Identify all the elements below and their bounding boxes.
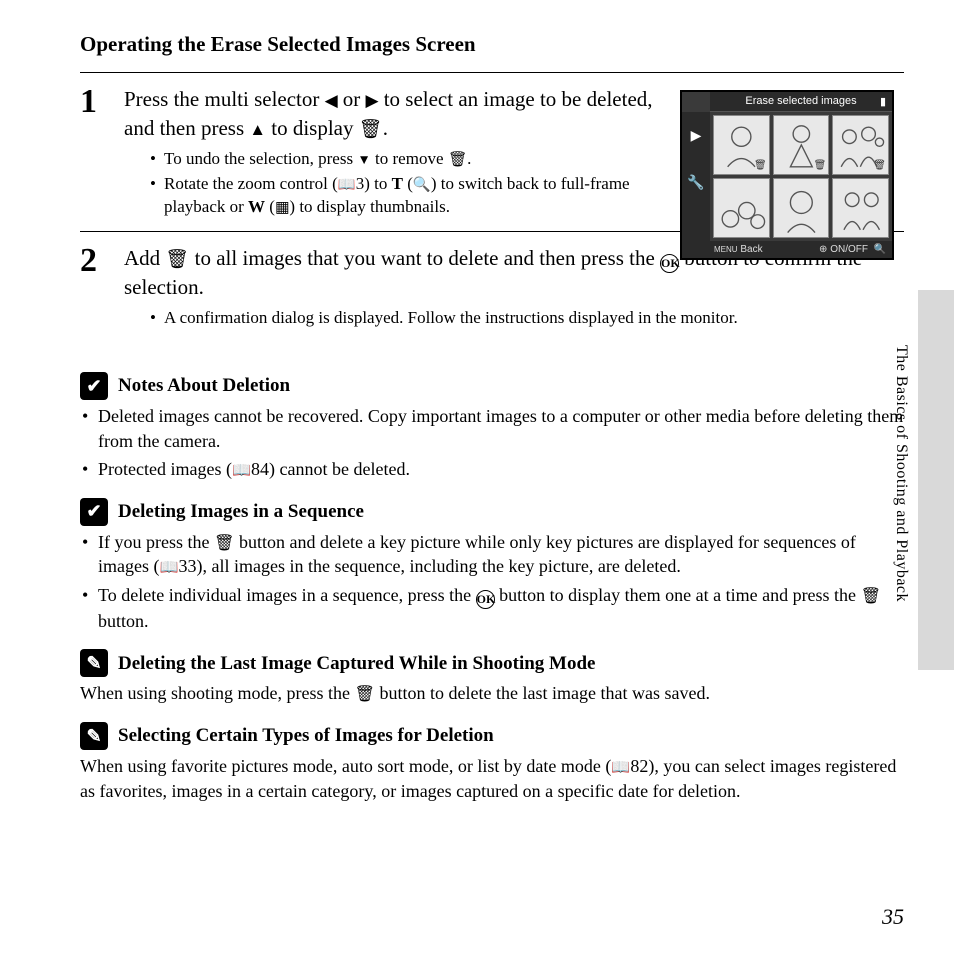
page-ref-icon bbox=[159, 556, 178, 576]
section-title: Notes About Deletion bbox=[118, 373, 290, 399]
list-item: Protected images (84) cannot be deleted. bbox=[80, 457, 904, 482]
body-text: When using favorite pictures mode, auto … bbox=[80, 754, 904, 803]
trash-mark-icon: 🗑 bbox=[814, 159, 827, 173]
thumbnail: 🗑 bbox=[832, 115, 889, 175]
lcd-thumbnail-grid: 🗑 🗑 🗑 bbox=[710, 112, 892, 241]
menu-icon: MENU bbox=[714, 245, 738, 254]
trash-mark-icon: 🗑 bbox=[873, 159, 886, 173]
step-number: 2 bbox=[80, 244, 124, 278]
thumbnail: 🗑 bbox=[713, 115, 770, 175]
caution-check-icon: ✔ bbox=[80, 498, 108, 526]
grid-icon bbox=[275, 197, 289, 216]
note-pencil-icon: ✎ bbox=[80, 649, 108, 677]
lcd-title-bar: Erase selected images ▮ bbox=[710, 92, 892, 112]
ok-button-icon: OK bbox=[660, 254, 679, 273]
note-pencil-icon: ✎ bbox=[80, 722, 108, 750]
thumbnail bbox=[713, 178, 770, 238]
trash-icon bbox=[359, 116, 383, 140]
step-text: Press the multi selector ◀ or ▶ to selec… bbox=[124, 85, 674, 142]
trash-icon bbox=[448, 149, 467, 168]
section-last-image: ✎ Deleting the Last Image Captured While… bbox=[80, 649, 904, 677]
section-title: Deleting Images in a Sequence bbox=[118, 499, 364, 525]
section-sequence: ✔ Deleting Images in a Sequence bbox=[80, 498, 904, 526]
up-arrow-icon: ▲ bbox=[249, 119, 266, 142]
trash-icon bbox=[165, 246, 189, 270]
body-text: When using shooting mode, press the butt… bbox=[80, 681, 904, 706]
right-arrow-icon: ▶ bbox=[366, 90, 379, 113]
lcd-sidebar: ▶ 🔧 bbox=[682, 112, 710, 241]
page-number: 35 bbox=[882, 902, 904, 932]
lcd-onoff-label: ON/OFF bbox=[830, 244, 868, 255]
page-title: Operating the Erase Selected Images Scre… bbox=[80, 30, 904, 58]
ok-button-icon: OK bbox=[476, 590, 495, 609]
lcd-title: Erase selected images bbox=[745, 95, 856, 107]
page-ref-icon bbox=[611, 756, 630, 776]
list-item: To undo the selection, press ▼ to remove… bbox=[150, 148, 674, 171]
thumbnail: 🗑 bbox=[773, 115, 830, 175]
step-number: 1 bbox=[80, 85, 124, 119]
section-types: ✎ Selecting Certain Types of Images for … bbox=[80, 722, 904, 750]
list-item: To delete individual images in a sequenc… bbox=[80, 583, 904, 633]
left-arrow-icon: ◀ bbox=[325, 90, 338, 113]
caution-check-icon: ✔ bbox=[80, 372, 108, 400]
down-arrow-icon: ▼ bbox=[357, 151, 370, 169]
section-title: Selecting Certain Types of Images for De… bbox=[118, 723, 494, 749]
camera-lcd-figure: Erase selected images ▮ ▶ 🔧 🗑 🗑 🗑 MENU B… bbox=[680, 90, 894, 260]
list-item: A confirmation dialog is displayed. Foll… bbox=[150, 307, 904, 330]
trash-icon bbox=[861, 585, 882, 605]
page-ref-icon bbox=[232, 459, 251, 479]
section-notes-deletion: ✔ Notes About Deletion bbox=[80, 372, 904, 400]
magnify-icon bbox=[413, 174, 431, 193]
wrench-icon: 🔧 bbox=[687, 173, 704, 192]
page-ref-icon bbox=[338, 174, 356, 193]
trash-icon bbox=[354, 683, 375, 703]
section-title: Deleting the Last Image Captured While i… bbox=[118, 651, 596, 677]
trash-icon bbox=[214, 532, 235, 552]
chapter-tab bbox=[918, 290, 954, 670]
lcd-bottom-bar: MENU Back ⊕ ON/OFF 🔍 bbox=[682, 241, 892, 259]
thumbnail bbox=[773, 178, 830, 238]
playback-icon: ▶ bbox=[691, 126, 702, 145]
lcd-back-label: Back bbox=[740, 244, 762, 255]
list-item: Deleted images cannot be recovered. Copy… bbox=[80, 404, 904, 453]
trash-mark-icon: 🗑 bbox=[754, 159, 767, 173]
thumbnail bbox=[832, 178, 889, 238]
divider bbox=[80, 72, 904, 73]
list-item: Rotate the zoom control (3) to T () to s… bbox=[150, 173, 674, 219]
list-item: If you press the button and delete a key… bbox=[80, 530, 904, 580]
battery-icon: ▮ bbox=[880, 95, 886, 110]
